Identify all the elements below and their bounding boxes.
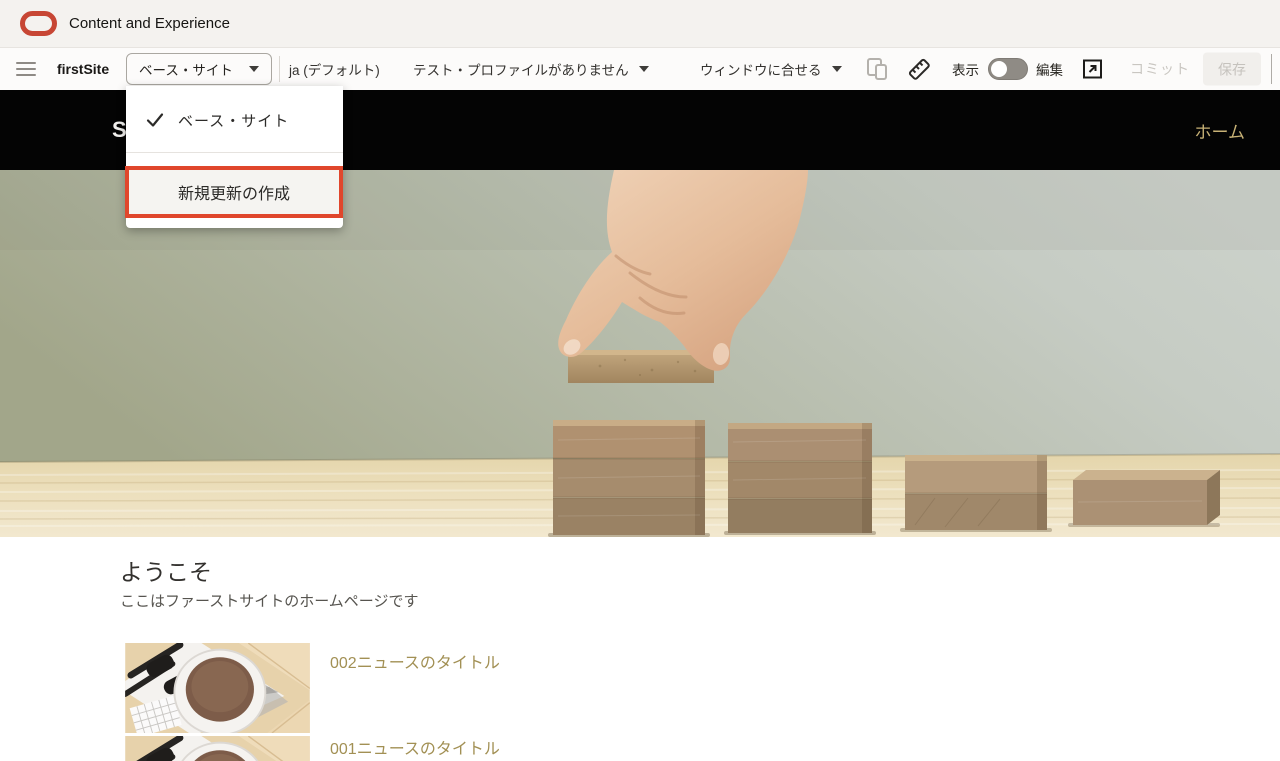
welcome-text: ここはファーストサイトのホームページです	[120, 590, 419, 611]
news-thumbnail[interactable]	[120, 736, 315, 761]
check-icon	[146, 111, 164, 129]
menu-item-label: ベース・サイト	[178, 110, 289, 131]
menu-item-base-site[interactable]: ベース・サイト	[126, 100, 343, 140]
block-stack-3b	[728, 423, 872, 533]
save-button[interactable]: 保存	[1203, 53, 1261, 86]
test-profile-dropdown[interactable]: テスト・プロファイルがありません	[413, 59, 649, 79]
news-link[interactable]: 002ニュースのタイトル	[330, 649, 500, 673]
news-thumbnail[interactable]	[120, 643, 315, 733]
top-brand-bar: Content and Experience	[0, 0, 1280, 48]
app-window: Content and Experience firstSite ベース・サイト…	[0, 0, 1280, 761]
zoom-fit-label: ウィンドウに合せる	[700, 59, 822, 79]
commit-button[interactable]: コミット	[1130, 59, 1190, 79]
caret-down-icon	[249, 66, 259, 72]
nav-home-link[interactable]: ホーム	[1195, 118, 1246, 143]
block-stack-2	[905, 455, 1047, 530]
site-name-label: firstSite	[57, 61, 109, 77]
zoom-fit-dropdown[interactable]: ウィンドウに合せる	[700, 59, 842, 79]
site-preview-title: S	[112, 117, 127, 143]
toolbar-divider	[279, 56, 280, 82]
menu-divider	[126, 152, 343, 153]
hamburger-icon[interactable]	[16, 62, 36, 76]
update-selector-value: ベース・サイト	[139, 59, 233, 79]
devices-icon[interactable]	[866, 57, 890, 81]
editor-toolbar: firstSite ベース・サイト ja (デフォルト) テスト・プロファイルが…	[0, 48, 1280, 90]
view-mode-label: 表示	[952, 59, 979, 79]
welcome-heading: ようこそ	[120, 553, 212, 587]
block-stack-1	[1073, 470, 1220, 525]
edit-mode-label: 編集	[1036, 59, 1063, 79]
language-label: ja (デフォルト)	[289, 59, 380, 79]
update-selector-menu: ベース・サイト 新規更新の作成	[126, 86, 343, 228]
update-selector-button[interactable]: ベース・サイト	[126, 53, 272, 85]
view-edit-toggle[interactable]	[988, 58, 1028, 80]
toolbar-end-divider	[1271, 54, 1272, 84]
toggle-knob	[991, 61, 1007, 77]
brand-title: Content and Experience	[69, 15, 230, 32]
test-profile-label: テスト・プロファイルがありません	[413, 59, 629, 79]
block-stack-3a	[553, 420, 705, 535]
external-link-icon[interactable]	[1082, 59, 1103, 80]
oracle-logo-icon	[20, 11, 57, 36]
news-link[interactable]: 001ニュースのタイトル	[330, 735, 500, 759]
menu-item-create-update[interactable]: 新規更新の作成	[129, 170, 339, 214]
caret-down-icon	[639, 66, 649, 72]
caret-down-icon	[832, 66, 842, 72]
ruler-icon[interactable]	[906, 56, 932, 82]
